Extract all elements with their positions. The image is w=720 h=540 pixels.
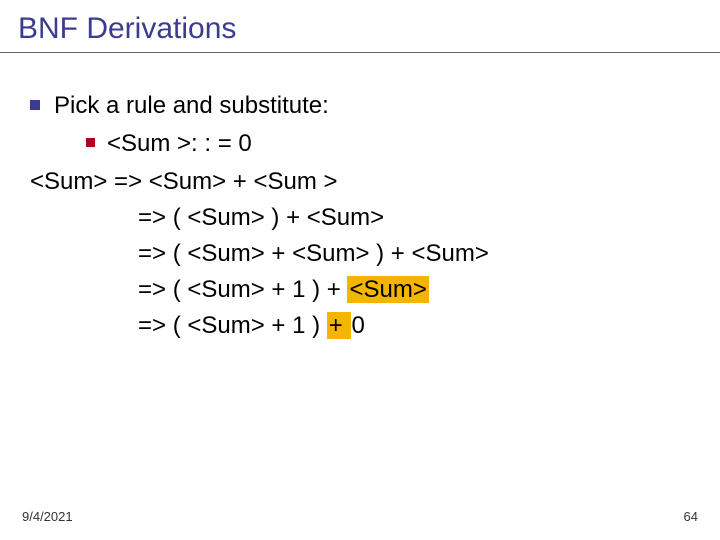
square-bullet-icon [30, 100, 40, 110]
slide-content: Pick a rule and substitute: <Sum >: : = … [30, 88, 690, 344]
title-underline [0, 52, 720, 53]
derivation-line-4: => ( <Sum> + 1 ) + <Sum> [138, 272, 690, 308]
derivation-text-5a: => ( <Sum> + 1 ) [138, 312, 327, 339]
derivation-text-5c: 0 [351, 312, 364, 339]
derivation-line-1: <Sum> => <Sum> + <Sum > [30, 164, 690, 200]
derivation-line-3: => ( <Sum> + <Sum> ) + <Sum> [138, 236, 690, 272]
bullet-line-2: <Sum >: : = 0 [86, 126, 690, 162]
highlight-plus: + [327, 312, 352, 339]
derivation-line-2: => ( <Sum> ) + <Sum> [138, 200, 690, 236]
derivation-line-5: => ( <Sum> + 1 ) + 0 [138, 308, 690, 344]
square-sub-bullet-icon [86, 138, 95, 147]
footer-page-number: 64 [684, 509, 698, 524]
bullet-text-2: <Sum >: : = 0 [107, 130, 252, 157]
derivation-text-4a: => ( <Sum> + 1 ) + [138, 276, 347, 303]
footer-date: 9/4/2021 [22, 509, 73, 524]
highlight-sum: <Sum> [347, 276, 428, 303]
bullet-text-1: Pick a rule and substitute: [54, 92, 329, 119]
bullet-line-1: Pick a rule and substitute: [30, 88, 690, 124]
slide-title: BNF Derivations [18, 12, 236, 46]
